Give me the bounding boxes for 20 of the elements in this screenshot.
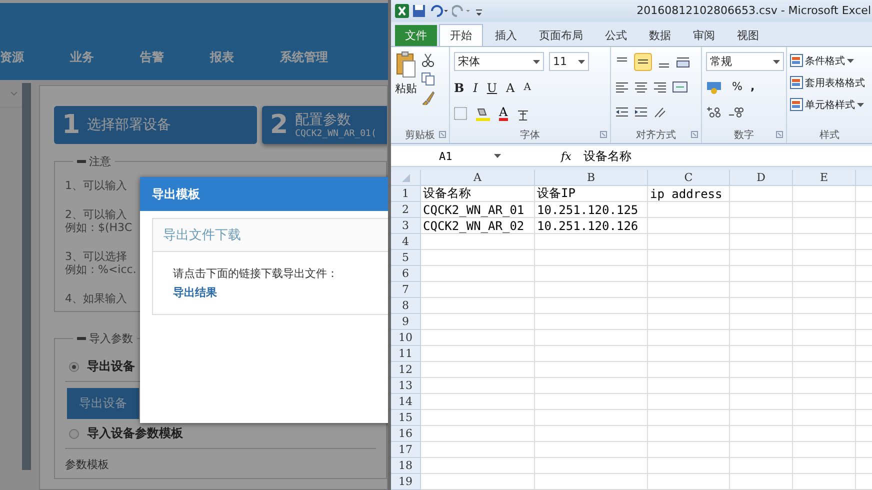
note-text: 3、可以选择 [65, 250, 127, 263]
note-text: 例如：%<icc. [65, 263, 136, 276]
note-text: 1、可以输入 [65, 179, 127, 192]
group-label: 样式 [820, 128, 840, 142]
group-label: 数字 [734, 128, 754, 142]
group-label: 对齐方式 [636, 128, 676, 142]
group-label: 字体 [520, 128, 540, 142]
dialog-title: 导出模板 [152, 186, 200, 202]
group-label: 剪贴板 [405, 128, 435, 142]
window-title: 20160812102806653.csv - Microsoft Excel [636, 4, 872, 18]
note-text: 2、可以输入 [65, 208, 127, 221]
note-text: 例如：$(H3C [65, 221, 132, 234]
dialog-message: 请点击下面的链接下载导出文件： [173, 266, 339, 281]
fieldset-legend: 注意 [89, 154, 111, 169]
radio-label: 导入设备参数模板 [87, 425, 183, 442]
panel-title: 导出文件下载 [163, 227, 241, 244]
field-label: 参数模板 [65, 457, 110, 472]
fieldset-legend: 导入参数 [89, 331, 133, 346]
note-text: 4、如果输入 [65, 292, 127, 305]
radio-label: 导出设备 [87, 358, 135, 375]
